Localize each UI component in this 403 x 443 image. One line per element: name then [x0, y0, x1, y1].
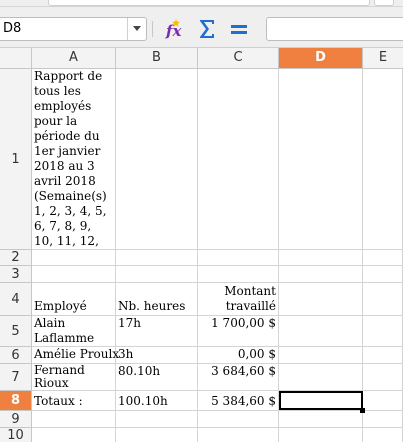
cell-a7[interactable]: Fernand Rioux	[32, 364, 116, 391]
name-box[interactable]: D8	[0, 17, 147, 41]
cell-b7-text: 80.10h	[118, 364, 161, 378]
cell-e5[interactable]	[363, 316, 403, 347]
svg-text:fx: fx	[165, 22, 182, 40]
cell-b8-text: 100.10h	[118, 394, 168, 408]
cell-b3[interactable]	[116, 266, 198, 283]
cell-d10[interactable]	[279, 428, 363, 442]
name-box-value[interactable]: D8	[3, 21, 21, 36]
cell-a1-text: Rapport de tous les employés pour la pér…	[34, 69, 107, 248]
cell-c7-text: 3 684,60 $	[211, 364, 276, 378]
row-header-5[interactable]: 5	[0, 316, 32, 347]
cell-c6[interactable]: 0,00 $	[198, 347, 279, 364]
row-header-1[interactable]: 1	[0, 69, 32, 250]
fill-handle[interactable]	[360, 408, 365, 413]
row-header-3[interactable]: 3	[0, 266, 32, 283]
cell-d9[interactable]	[279, 411, 363, 428]
cell-e1[interactable]	[363, 69, 403, 250]
cell-c7[interactable]: 3 684,60 $	[198, 364, 279, 391]
cell-e6[interactable]	[363, 347, 403, 364]
cell-b7[interactable]: 80.10h	[116, 364, 198, 391]
cell-c2[interactable]	[198, 250, 279, 266]
cell-b2[interactable]	[116, 250, 198, 266]
cell-b10[interactable]	[116, 428, 198, 442]
cell-a9[interactable]	[32, 411, 116, 428]
cell-d1[interactable]	[279, 69, 363, 250]
row-header-4[interactable]: 4	[0, 283, 32, 316]
cell-c6-text: 0,00 $	[237, 347, 276, 361]
column-header-b[interactable]: B	[116, 48, 198, 69]
cell-b4[interactable]: Nb. heures	[116, 283, 198, 316]
formula-input[interactable]	[266, 17, 403, 41]
cell-a8[interactable]: Totaux :	[32, 391, 116, 411]
cell-e2[interactable]	[363, 250, 403, 266]
column-header-e[interactable]: E	[363, 48, 403, 69]
cell-d2[interactable]	[279, 250, 363, 266]
equals-icon[interactable]	[227, 17, 251, 41]
cell-c8[interactable]: 5 384,60 $	[198, 391, 279, 411]
cell-c3[interactable]	[198, 266, 279, 283]
row-header-6[interactable]: 6	[0, 347, 32, 364]
column-header-c[interactable]: C	[198, 48, 279, 69]
cell-a7-text: Fernand Rioux	[34, 364, 85, 390]
cell-c1[interactable]	[198, 69, 279, 250]
cell-e8[interactable]	[363, 391, 403, 411]
cell-a3[interactable]	[32, 266, 116, 283]
chevron-down-icon	[133, 26, 141, 31]
cell-a6-text: Amélie Proulx	[34, 347, 120, 361]
cell-d3[interactable]	[279, 266, 363, 283]
cell-e10[interactable]	[363, 428, 403, 442]
cell-e7[interactable]	[363, 364, 403, 391]
cell-c5[interactable]: 1 700,00 $	[198, 316, 279, 347]
cell-c5-text: 1 700,00 $	[211, 316, 276, 330]
column-header-d[interactable]: D	[279, 48, 363, 69]
cell-c4[interactable]: Montant travaillé	[198, 283, 279, 316]
function-wizard-icon[interactable]: fx	[162, 17, 186, 41]
cell-d4[interactable]	[279, 283, 363, 316]
cell-e9[interactable]	[363, 411, 403, 428]
sum-icon[interactable]	[195, 17, 219, 41]
cell-d7[interactable]	[279, 364, 363, 391]
cell-b1[interactable]	[116, 69, 198, 250]
cell-e4[interactable]	[363, 283, 403, 316]
active-cell-cursor[interactable]	[279, 391, 363, 410]
row-header-7[interactable]: 7	[0, 364, 32, 391]
cell-b8[interactable]: 100.10h	[116, 391, 198, 411]
select-all-corner[interactable]	[0, 48, 32, 69]
formula-bar: D8 fx	[0, 7, 403, 48]
cell-e3[interactable]	[363, 266, 403, 283]
cell-a5[interactable]: Alain Laflamme	[32, 316, 116, 347]
cell-a10[interactable]	[32, 428, 116, 442]
cell-a1[interactable]: Rapport de tous les employés pour la pér…	[32, 69, 116, 250]
cell-b9[interactable]	[116, 411, 198, 428]
toolbar-field[interactable]	[48, 0, 370, 6]
cell-c10[interactable]	[198, 428, 279, 442]
cell-b5[interactable]: 17h	[116, 316, 198, 347]
cell-c8-text: 5 384,60 $	[211, 394, 276, 408]
toolbar-field-small[interactable]	[374, 0, 394, 6]
cell-b5-text: 17h	[118, 316, 141, 330]
cell-b4-text: Nb. heures	[118, 299, 186, 313]
row-header-8[interactable]: 8	[0, 391, 32, 411]
cell-a6[interactable]: Amélie Proulx	[32, 347, 120, 364]
cell-d6[interactable]	[279, 347, 363, 364]
cell-d5[interactable]	[279, 316, 363, 347]
name-box-dropdown[interactable]	[127, 18, 146, 40]
cell-a8-text: Totaux :	[34, 394, 83, 408]
cell-b6[interactable]: 3h	[116, 347, 198, 364]
cell-c9[interactable]	[198, 411, 279, 428]
cell-c4-text: Montant travaillé	[224, 284, 276, 313]
row-header-9[interactable]: 9	[0, 411, 32, 428]
column-header-a[interactable]: A	[32, 48, 116, 69]
toolbar-separator	[152, 21, 153, 37]
cell-a4[interactable]: Employé	[32, 283, 116, 316]
row-header-2[interactable]: 2	[0, 250, 32, 266]
cell-a2[interactable]	[32, 250, 116, 266]
cell-a5-text: Alain Laflamme	[34, 316, 95, 345]
row-header-10[interactable]: 10	[0, 428, 32, 443]
cell-b6-text: 3h	[118, 347, 134, 361]
cell-a4-text: Employé	[34, 299, 87, 313]
column-headers: A B C D E	[0, 48, 403, 69]
